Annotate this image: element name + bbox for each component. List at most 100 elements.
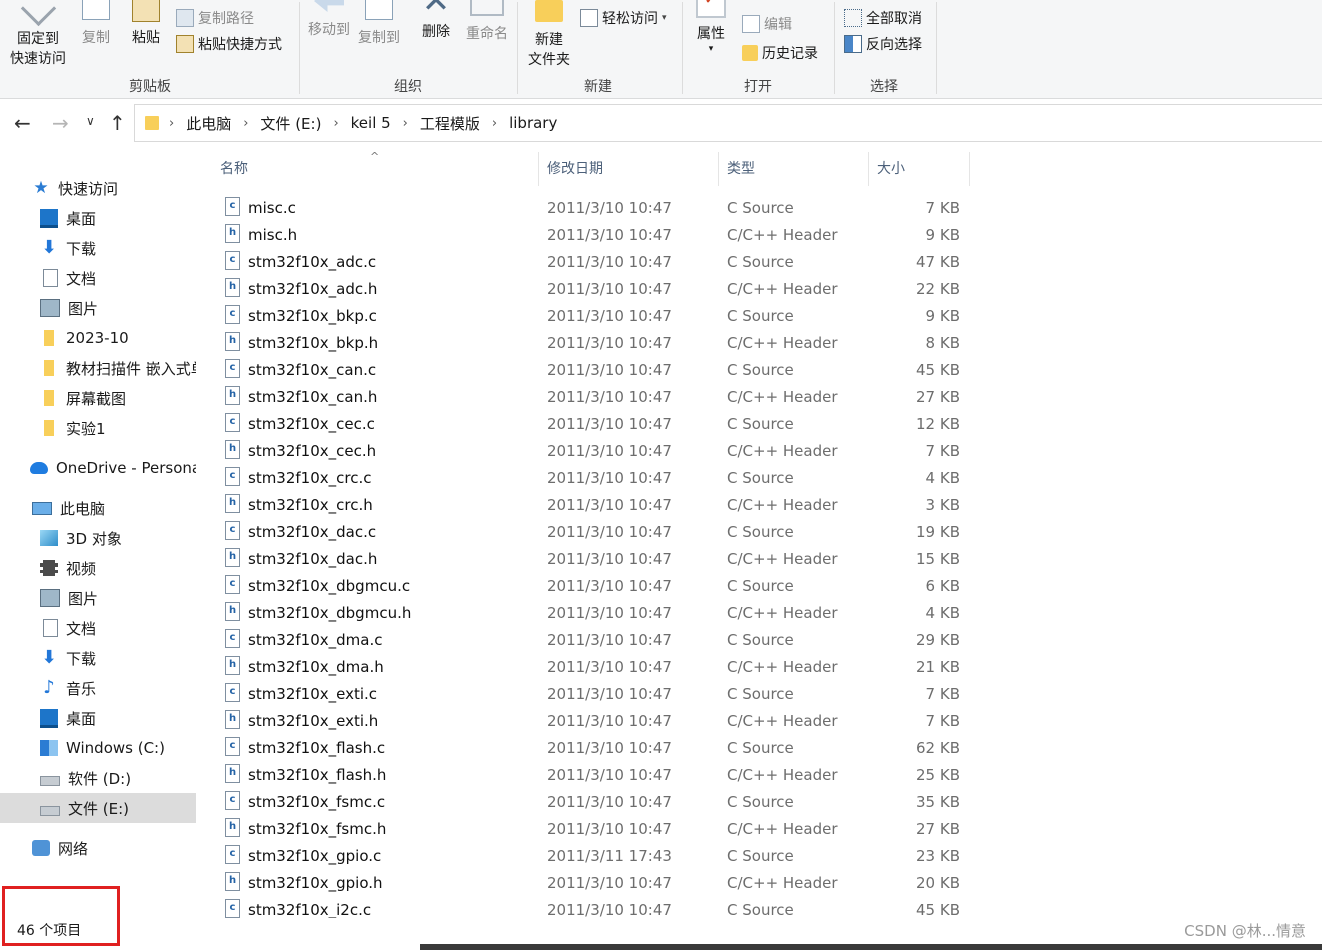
paste-shortcut-button[interactable]: 粘贴快捷方式 [176, 33, 282, 55]
nav-pc-item-1[interactable]: 视频 [0, 553, 196, 583]
file-row[interactable]: c stm32f10x_adc.c 2011/3/10 10:47 C Source 4… [212, 248, 972, 275]
header-file-icon: h [225, 440, 240, 459]
nav-quick-item-4[interactable]: 2023-10 [0, 323, 196, 353]
up-arrow-icon[interactable]: ↑ [109, 111, 126, 135]
file-row[interactable]: c misc.c 2011/3/10 10:47 C Source 7 KB [212, 194, 972, 221]
easy-access-button[interactable]: 轻松访问 ▾ [580, 7, 667, 29]
file-row[interactable]: h stm32f10x_flash.h 2011/3/10 10:47 C/C++ H… [212, 761, 972, 788]
recent-locations-chevron-icon[interactable]: ∨ [86, 114, 95, 128]
windows-drive-icon [40, 740, 58, 756]
file-row[interactable]: h stm32f10x_dac.h 2011/3/10 10:47 C/C++ Hea… [212, 545, 972, 572]
column-header-date[interactable]: 修改日期 [539, 152, 719, 186]
file-row[interactable]: c stm32f10x_i2c.c 2011/3/10 10:47 C Source 4… [212, 896, 972, 918]
file-row[interactable]: c stm32f10x_dac.c 2011/3/10 10:47 C Source 1… [212, 518, 972, 545]
nav-pc-item-5[interactable]: ♪ 音乐 [0, 673, 196, 703]
file-row[interactable]: c stm32f10x_flash.c 2011/3/10 10:47 C Sourc… [212, 734, 972, 761]
chevron-right-icon[interactable]: › [492, 116, 497, 131]
back-arrow-icon[interactable]: ← [14, 111, 31, 135]
navigation-pane: ★ 快速访问 桌面📌⬇下载📌文档📌图片📌2023-10教材扫描件 嵌入式单屏幕截… [0, 152, 196, 932]
paste-button[interactable]: 粘贴 [126, 0, 166, 48]
file-type: C Source [727, 469, 794, 487]
copy-button[interactable]: 复制 [76, 0, 116, 48]
nav-pc-item-0[interactable]: 3D 对象 [0, 523, 196, 553]
chevron-right-icon[interactable]: › [169, 116, 174, 131]
breadcrumb-drive-e[interactable]: 文件 (E:) [260, 113, 321, 134]
file-date: 2011/3/10 10:47 [547, 712, 672, 730]
invert-selection-label: 反向选择 [866, 37, 922, 53]
file-row[interactable]: h stm32f10x_fsmc.h 2011/3/10 10:47 C/C++ He… [212, 815, 972, 842]
file-row[interactable]: c stm32f10x_cec.c 2011/3/10 10:47 C Source 1… [212, 410, 972, 437]
breadcrumb-this-pc[interactable]: 此电脑 [186, 113, 231, 134]
new-folder-icon [535, 0, 563, 22]
move-to-icon [314, 0, 344, 12]
file-name: stm32f10x_dma.c [248, 631, 383, 649]
nav-pc-item-2[interactable]: 图片 [0, 583, 196, 613]
edit-button[interactable]: 编辑 [742, 13, 792, 35]
file-row[interactable]: c stm32f10x_dma.c 2011/3/10 10:47 C Source 2… [212, 626, 972, 653]
header-file-icon: h [225, 278, 240, 297]
nav-this-pc[interactable]: 此电脑 [0, 493, 196, 523]
nav-pc-item-6[interactable]: 桌面 [0, 703, 196, 733]
file-row[interactable]: c stm32f10x_dbgmcu.c 2011/3/10 10:47 C Sour… [212, 572, 972, 599]
nav-pc-item-4[interactable]: ⬇ 下载 [0, 643, 196, 673]
nav-pc-item-8[interactable]: 软件 (D:) [0, 763, 196, 793]
nav-quick-item-0[interactable]: 桌面📌 [0, 203, 196, 233]
move-to-button[interactable]: 移动到 [304, 0, 354, 40]
file-row[interactable]: h stm32f10x_dbgmcu.h 2011/3/10 10:47 C/C++ … [212, 599, 972, 626]
nav-quick-item-7[interactable]: 实验1 [0, 413, 196, 443]
file-row[interactable]: c stm32f10x_crc.c 2011/3/10 10:47 C Source 4… [212, 464, 972, 491]
nav-quick-access[interactable]: ★ 快速访问 [0, 173, 196, 203]
file-row[interactable]: h stm32f10x_bkp.h 2011/3/10 10:47 C/C++ Hea… [212, 329, 972, 356]
nav-quick-item-5[interactable]: 教材扫描件 嵌入式单 [0, 353, 196, 383]
select-none-button[interactable]: 全部取消 [844, 7, 922, 29]
chevron-right-icon[interactable]: › [333, 116, 338, 131]
pin-to-quick-access-button[interactable]: 固定到 快速访问 [6, 0, 70, 69]
nav-pc-item-3[interactable]: 文档 [0, 613, 196, 643]
rename-button[interactable]: 重命名 [460, 0, 514, 44]
file-row[interactable]: h stm32f10x_cec.h 2011/3/10 10:47 C/C++ Hea… [212, 437, 972, 464]
nav-network[interactable]: 网络 [0, 833, 196, 863]
breadcrumb-keil5[interactable]: keil 5 [351, 114, 391, 132]
drive-icon [40, 776, 60, 786]
properties-button[interactable]: ✓ 属性 ▾ [690, 0, 732, 54]
file-row[interactable]: h stm32f10x_gpio.h 2011/3/10 10:47 C/C++ He… [212, 869, 972, 896]
file-row[interactable]: c stm32f10x_fsmc.c 2011/3/10 10:47 C Source… [212, 788, 972, 815]
copy-to-button[interactable]: 复制到 [354, 0, 404, 48]
history-button[interactable]: 历史记录 [742, 42, 818, 64]
file-row[interactable]: h stm32f10x_adc.h 2011/3/10 10:47 C/C++ Hea… [212, 275, 972, 302]
file-row[interactable]: h stm32f10x_exti.h 2011/3/10 10:47 C/C++ He… [212, 707, 972, 734]
forward-arrow-icon[interactable]: → [52, 111, 69, 135]
address-bar[interactable]: › 此电脑 › 文件 (E:) › keil 5 › 工程模版 › librar… [134, 104, 1322, 142]
file-date: 2011/3/10 10:47 [547, 280, 672, 298]
nav-quick-item-1[interactable]: ⬇下载📌 [0, 233, 196, 263]
column-header-type[interactable]: 类型 [719, 152, 869, 186]
delete-button[interactable]: ✕ 删除 [416, 0, 456, 42]
file-type: C/C++ Header [727, 604, 838, 622]
breadcrumb-library[interactable]: library [509, 114, 557, 132]
file-row[interactable]: c stm32f10x_gpio.c 2011/3/11 17:43 C Source… [212, 842, 972, 869]
column-header-name[interactable]: 名称 [212, 152, 539, 186]
nav-quick-item-2[interactable]: 文档📌 [0, 263, 196, 293]
nav-quick-item-3[interactable]: 图片📌 [0, 293, 196, 323]
file-row[interactable]: h stm32f10x_crc.h 2011/3/10 10:47 C/C++ Hea… [212, 491, 972, 518]
nav-quick-item-6[interactable]: 屏幕截图 [0, 383, 196, 413]
copy-path-button[interactable]: 复制路径 [176, 7, 254, 29]
file-size: 4 KB [925, 469, 960, 487]
chevron-right-icon[interactable]: › [243, 116, 248, 131]
column-header-size[interactable]: 大小 [869, 152, 970, 186]
file-row[interactable]: c stm32f10x_can.c 2011/3/10 10:47 C Source 4… [212, 356, 972, 383]
file-row[interactable]: c stm32f10x_exti.c 2011/3/10 10:47 C Source… [212, 680, 972, 707]
file-row[interactable]: h stm32f10x_can.h 2011/3/10 10:47 C/C++ Hea… [212, 383, 972, 410]
chevron-right-icon[interactable]: › [403, 116, 408, 131]
nav-pc-item-9[interactable]: 文件 (E:) [0, 793, 196, 823]
file-row[interactable]: c stm32f10x_bkp.c 2011/3/10 10:47 C Source 9… [212, 302, 972, 329]
desktop-icon [40, 208, 58, 228]
nav-onedrive[interactable]: OneDrive - Personal [0, 453, 196, 483]
nav-pc-item-7[interactable]: Windows (C:) [0, 733, 196, 763]
breadcrumb-project-template[interactable]: 工程模版 [420, 113, 480, 134]
invert-selection-button[interactable]: 反向选择 [844, 33, 922, 55]
file-row[interactable]: h misc.h 2011/3/10 10:47 C/C++ Header 9 KB [212, 221, 972, 248]
new-folder-button[interactable]: 新建 文件夹 [522, 0, 576, 70]
file-row[interactable]: h stm32f10x_dma.h 2011/3/10 10:47 C/C++ Hea… [212, 653, 972, 680]
c-source-file-icon: c [225, 845, 240, 864]
